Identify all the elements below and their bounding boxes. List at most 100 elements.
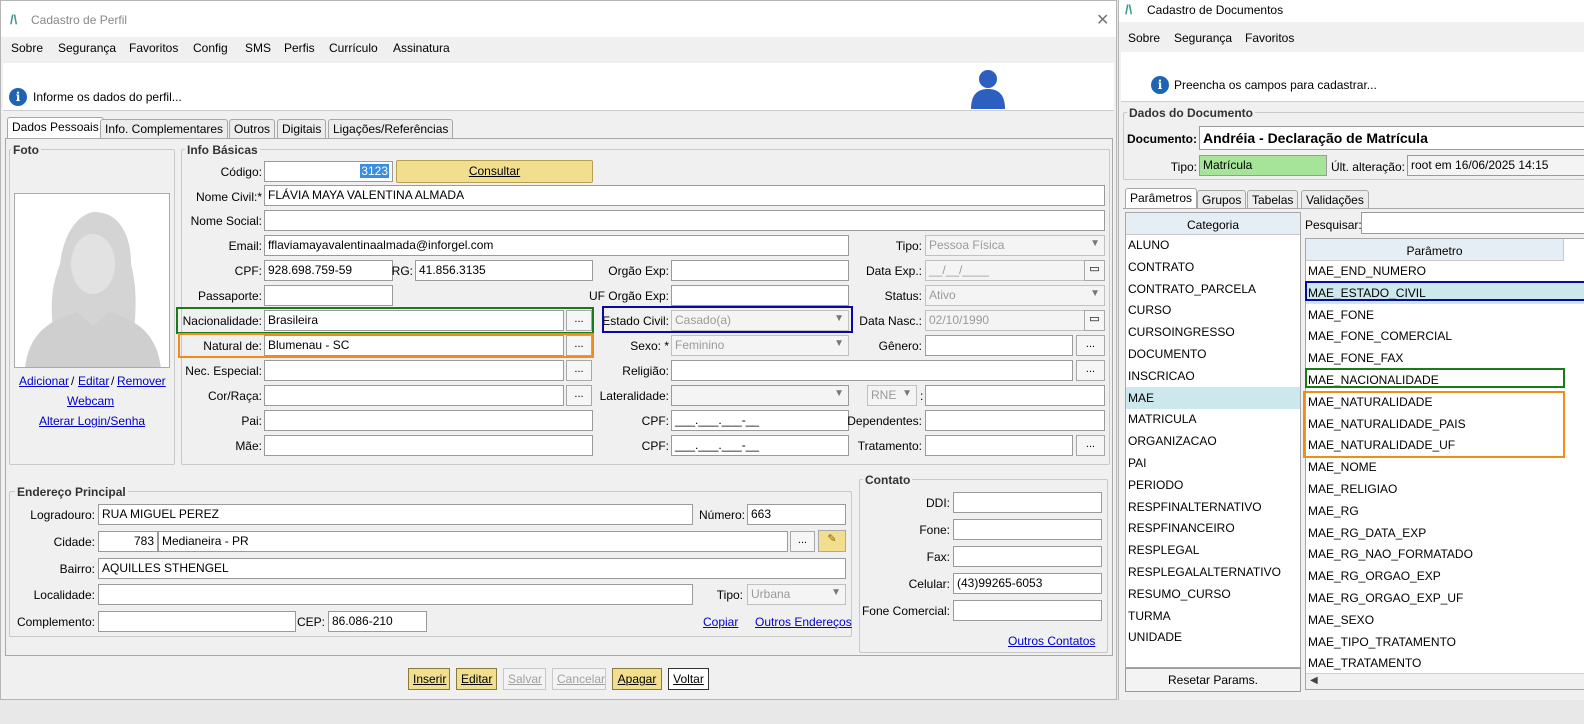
menu-curriculo[interactable]: Currículo <box>329 41 378 55</box>
cor-raca-lookup-button[interactable]: ... <box>566 385 592 406</box>
tab-digitais[interactable]: Digitais <box>277 119 327 138</box>
numero-input[interactable]: 663 <box>747 504 846 525</box>
menu-favoritos[interactable]: Favoritos <box>1245 31 1294 45</box>
fone-comercial-input[interactable] <box>953 600 1102 621</box>
tratamento-lookup-button[interactable]: ... <box>1076 435 1105 456</box>
mae-input[interactable] <box>264 435 593 456</box>
parametro-item[interactable]: MAE_RELIGIAO <box>1306 478 1584 500</box>
data-nasc-input[interactable]: 02/10/1990 <box>925 310 1085 331</box>
fone-input[interactable] <box>953 519 1102 540</box>
menu-sms[interactable]: SMS <box>245 41 271 55</box>
parametro-item[interactable]: MAE_FONE <box>1306 304 1584 326</box>
categoria-item[interactable]: RESPFINANCEIRO <box>1126 517 1300 539</box>
tab-parametros[interactable]: Parâmetros <box>1125 188 1198 209</box>
editar-button[interactable]: Editar <box>456 668 497 690</box>
religiao-input[interactable] <box>671 360 1073 381</box>
parametro-item[interactable]: MAE_FONE_FAX <box>1306 347 1584 369</box>
pai-input[interactable] <box>264 410 593 431</box>
parametro-list[interactable]: Parâmetro MAE_END_NUMERO MAE_ESTADO_CIVIL… <box>1305 238 1584 690</box>
inserir-button[interactable]: Inserir <box>408 668 450 690</box>
categoria-item[interactable]: CURSO <box>1126 299 1300 321</box>
genero-input[interactable] <box>925 335 1073 356</box>
categoria-item[interactable]: CURSOINGRESSO <box>1126 321 1300 343</box>
menu-favoritos[interactable]: Favoritos <box>129 41 178 55</box>
consultar-button[interactable]: Consultar <box>396 160 593 183</box>
parametro-item[interactable]: MAE_RG_DATA_EXP <box>1306 522 1584 544</box>
categoria-item[interactable]: PERIODO <box>1126 474 1300 496</box>
copiar-link[interactable]: Copiar <box>703 615 738 629</box>
status-select[interactable]: Ativo ▼ <box>925 285 1105 306</box>
categoria-item[interactable]: RESPLEGALALTERNATIVO <box>1126 561 1300 583</box>
parametro-item[interactable]: MAE_TRATAMENTO <box>1306 652 1584 674</box>
parametro-item[interactable]: MAE_RG_ORGAO_EXP_UF <box>1306 587 1584 609</box>
categoria-item[interactable]: MATRICULA <box>1126 408 1300 430</box>
categoria-item[interactable]: ORGANIZACAO <box>1126 430 1300 452</box>
pencil-icon[interactable]: ✎ <box>818 530 846 552</box>
close-icon[interactable]: ✕ <box>1096 10 1109 30</box>
tab-outros[interactable]: Outros <box>229 119 276 138</box>
data-exp-input[interactable]: __/__/____ <box>925 260 1085 281</box>
horizontal-scrollbar[interactable]: ◀ <box>1306 673 1584 689</box>
cep-input[interactable]: 86.086-210 <box>328 611 427 632</box>
voltar-button[interactable]: Voltar <box>668 668 709 690</box>
tab-grupos[interactable]: Grupos <box>1197 190 1247 209</box>
tab-info-complementares[interactable]: Info. Complementares <box>100 119 229 138</box>
nome-civil-input[interactable]: FLÁVIA MAYA VALENTINA ALMADA <box>264 185 1105 206</box>
adicionar-link[interactable]: Adicionar <box>19 374 69 388</box>
categoria-item[interactable]: CONTRATO_PARCELA <box>1126 278 1300 300</box>
complemento-input[interactable] <box>98 611 296 632</box>
categoria-item[interactable]: PAI <box>1126 452 1300 474</box>
email-input[interactable]: fflaviamayavalentinaalmada@inforgel.com <box>264 235 849 256</box>
parametro-item[interactable]: MAE_FONE_COMERCIAL <box>1306 325 1584 347</box>
pesquisar-input[interactable] <box>1361 212 1584 234</box>
categoria-item[interactable]: CONTRATO <box>1126 256 1300 278</box>
religiao-lookup-button[interactable]: ... <box>1076 360 1105 381</box>
localidade-input[interactable] <box>98 584 693 605</box>
salvar-button[interactable]: Salvar <box>503 668 546 690</box>
menu-perfis[interactable]: Perfis <box>284 41 315 55</box>
lateralidade-select[interactable]: ▼ <box>671 385 849 406</box>
nome-social-input[interactable] <box>264 210 1105 231</box>
parametro-item[interactable]: MAE_TIPO_TRATAMENTO <box>1306 631 1584 653</box>
dependentes-input[interactable] <box>925 410 1105 431</box>
rne-select[interactable]: RNE ▼ <box>867 385 917 406</box>
categoria-item[interactable]: RESPFINALTERNATIVO <box>1126 496 1300 518</box>
webcam-link[interactable]: Webcam <box>67 394 114 408</box>
parametro-item[interactable]: MAE_RG_NAO_FORMATADO <box>1306 543 1584 565</box>
rg-input[interactable]: 41.856.3135 <box>415 260 593 281</box>
menu-assinatura[interactable]: Assinatura <box>393 41 450 55</box>
parametro-item[interactable]: MAE_RG <box>1306 500 1584 522</box>
categoria-item[interactable]: TURMA <box>1126 605 1300 627</box>
categoria-list[interactable]: Categoria ALUNO CONTRATO CONTRATO_PARCELA C… <box>1125 212 1301 668</box>
bairro-input[interactable]: AQUILLES STHENGEL <box>98 558 846 579</box>
cor-raca-input[interactable] <box>264 385 564 406</box>
categoria-item[interactable]: RESPLEGAL <box>1126 539 1300 561</box>
nec-especial-lookup-button[interactable]: ... <box>566 360 592 381</box>
tipo-select[interactable]: Pessoa Física ▼ <box>925 235 1105 256</box>
parametro-item[interactable]: MAE_RG_ORGAO_EXP <box>1306 565 1584 587</box>
documento-input[interactable]: Andréia - Declaração de Matrícula <box>1199 126 1584 150</box>
categoria-header[interactable]: Categoria <box>1126 213 1300 235</box>
menu-config[interactable]: Config <box>193 41 228 55</box>
apagar-button[interactable]: Apagar <box>612 668 662 690</box>
remover-link[interactable]: Remover <box>117 374 166 388</box>
nec-especial-input[interactable] <box>264 360 564 381</box>
tab-dados-pessoais[interactable]: Dados Pessoais <box>7 117 104 138</box>
menu-seguranca[interactable]: Segurança <box>58 41 116 55</box>
cidade-codigo-input[interactable]: 783 <box>98 531 158 552</box>
categoria-item[interactable]: RESUMO_CURSO <box>1126 583 1300 605</box>
parametro-item[interactable]: MAE_NOME <box>1306 456 1584 478</box>
parametro-item[interactable]: MAE_END_NUMERO <box>1306 260 1584 282</box>
rne-input[interactable] <box>925 385 1105 406</box>
mae-cpf-input[interactable]: ___.___.___-__ <box>671 435 849 456</box>
menu-seguranca[interactable]: Segurança <box>1174 31 1232 45</box>
tab-tabelas[interactable]: Tabelas <box>1247 190 1299 209</box>
celular-input[interactable]: (43)99265-6053 <box>953 573 1102 594</box>
cancelar-button[interactable]: Cancelar <box>552 668 606 690</box>
codigo-input[interactable]: 3123 <box>264 161 393 182</box>
editar-link[interactable]: Editar <box>78 374 109 388</box>
sexo-select[interactable]: Feminino ▼ <box>671 335 849 356</box>
genero-lookup-button[interactable]: ... <box>1076 335 1105 356</box>
pai-cpf-input[interactable]: ___.___.___-__ <box>671 410 849 431</box>
ult-alteracao-input[interactable]: root em 16/06/2025 14:15 <box>1407 155 1584 176</box>
